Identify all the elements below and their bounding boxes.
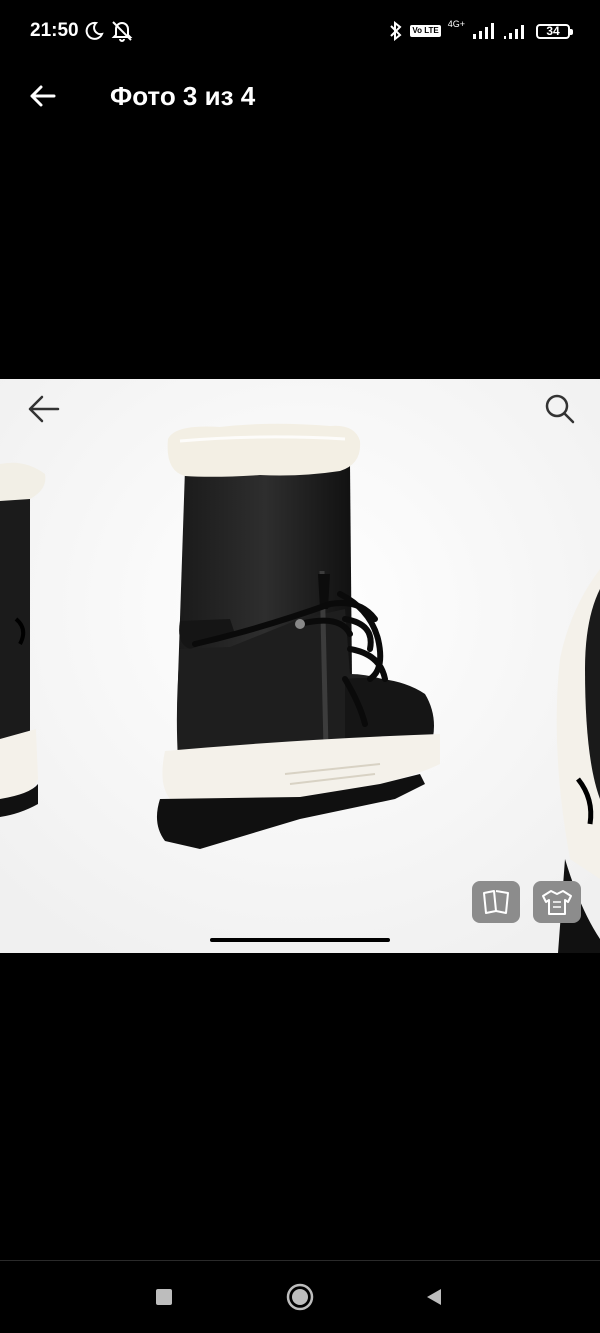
page-title: Фото 3 из 4 (110, 81, 256, 111)
photo-viewer[interactable] (0, 379, 600, 953)
search-icon (545, 394, 575, 424)
recent-apps-button[interactable] (144, 1277, 184, 1317)
bluetooth-icon (390, 21, 402, 41)
outfit-button[interactable] (533, 881, 581, 923)
shirt-outfit-icon (542, 890, 572, 915)
recent-apps-icon (156, 1289, 172, 1305)
back-nav-button[interactable] (414, 1277, 454, 1317)
moon-icon (85, 21, 104, 40)
status-time: 21:50 (30, 20, 79, 41)
arrow-left-icon (30, 85, 56, 107)
signal-icon (504, 25, 524, 39)
catalog-book-icon (483, 890, 509, 914)
photo-back-button[interactable] (18, 389, 68, 429)
home-icon (286, 1283, 314, 1311)
status-right-icons: Vo LTE 4G+ 34 (389, 18, 573, 44)
status-bar: 21:50 Vo LTE 4G+ 34 (0, 0, 600, 64)
battery-icon: 34 (536, 23, 573, 39)
back-triangle-icon (427, 1289, 441, 1305)
system-nav-bar (0, 1260, 600, 1333)
back-button[interactable] (22, 76, 62, 116)
volte-icon: Vo LTE (410, 25, 441, 37)
top-app-bar: Фото 3 из 4 (0, 64, 600, 128)
photo-search-button[interactable] (540, 389, 580, 429)
network-type: 4G+ (447, 19, 465, 29)
arrow-left-icon (28, 395, 60, 423)
signal-4g-icon (473, 23, 494, 39)
product-photo (0, 379, 600, 953)
status-left-icons (84, 18, 134, 44)
page-indicator (210, 938, 390, 942)
home-button[interactable] (280, 1277, 320, 1317)
catalog-button[interactable] (472, 881, 520, 923)
notifications-off-icon (111, 21, 133, 42)
